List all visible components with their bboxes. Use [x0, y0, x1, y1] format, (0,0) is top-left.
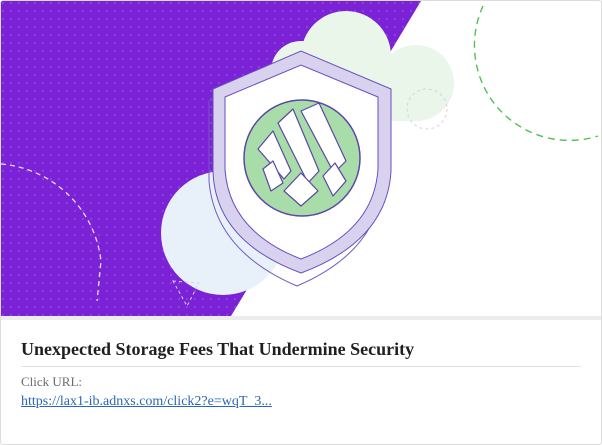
ad-title[interactable]: Unexpected Storage Fees That Undermine S… [21, 339, 581, 367]
hero-image[interactable] [1, 1, 601, 316]
image-divider [1, 316, 601, 320]
click-url-label: Click URL: [21, 374, 83, 389]
ad-card[interactable]: Unexpected Storage Fees That Undermine S… [0, 0, 602, 445]
wasabi-logo-icon [243, 99, 361, 217]
card-meta: Unexpected Storage Fees That Undermine S… [21, 339, 581, 410]
dashed-arc-right [473, 5, 599, 142]
security-illustration [1, 1, 599, 316]
click-url-link[interactable]: https://lax1-ib.adnxs.com/click2?e=wqT_3… [21, 394, 272, 410]
